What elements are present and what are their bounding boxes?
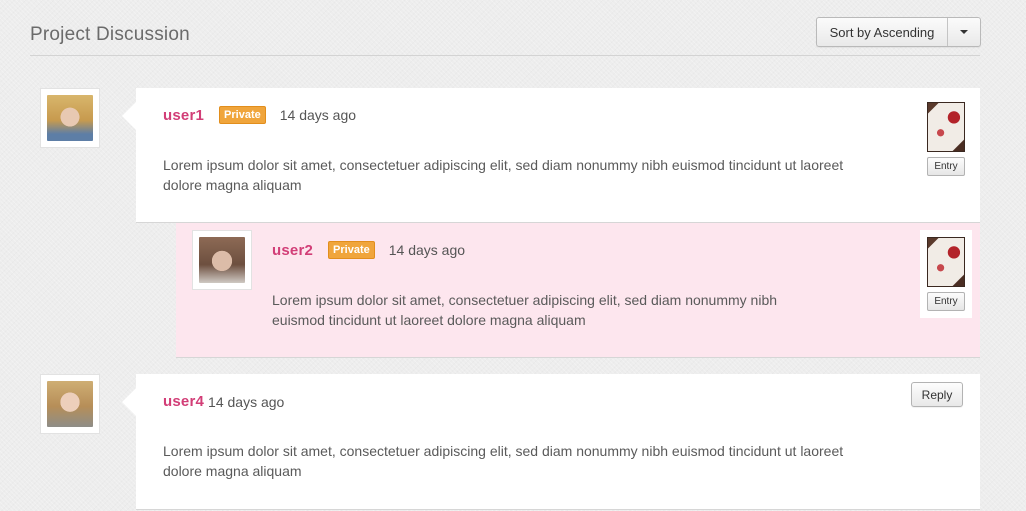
page-title: Project Discussion <box>30 24 190 45</box>
comment-body: Lorem ipsum dolor sit amet, consectetuer… <box>163 443 844 479</box>
comment-meta: user4 14 days ago <box>163 393 284 410</box>
avatar-user1[interactable] <box>40 88 100 148</box>
username[interactable]: user2 <box>272 242 313 259</box>
sort-toggle-button[interactable] <box>948 18 980 46</box>
comment-meta: user2 Private 14 days ago <box>272 241 465 259</box>
attachment[interactable]: Entry <box>920 95 972 183</box>
comment-body-line: euismod tincidunt ut laoreet dolore magn… <box>272 312 586 328</box>
attachment[interactable]: Entry <box>920 230 972 318</box>
username[interactable]: user4 <box>163 393 204 410</box>
attachment-thumbnail[interactable] <box>927 237 965 287</box>
comment-body-line: Lorem ipsum dolor sit amet, consectetuer… <box>272 292 778 308</box>
entry-button[interactable]: Entry <box>927 292 965 311</box>
header-divider <box>30 55 980 56</box>
private-badge: Private <box>328 241 375 259</box>
avatar-user4[interactable] <box>40 374 100 434</box>
comment-card-user4: user4 14 days ago Lorem ipsum dolor sit … <box>122 374 980 510</box>
avatar-image <box>199 237 245 283</box>
sort-button[interactable]: Sort by Ascending <box>817 18 948 46</box>
avatar-image <box>47 95 93 141</box>
sort-dropdown[interactable]: Sort by Ascending <box>816 17 981 47</box>
attachment-thumbnail[interactable] <box>927 102 965 152</box>
private-badge: Private <box>219 106 266 124</box>
comment-body: Lorem ipsum dolor sit amet, consectetuer… <box>272 290 892 330</box>
speech-arrow <box>122 388 136 416</box>
speech-arrow <box>122 102 136 130</box>
entry-button[interactable]: Entry <box>927 157 965 176</box>
timestamp: 14 days ago <box>208 393 285 410</box>
avatar-user2[interactable] <box>192 230 252 290</box>
comment-body: Lorem ipsum dolor sit amet, consectetuer… <box>163 157 844 193</box>
timestamp: 14 days ago <box>279 107 357 123</box>
reply-button[interactable]: Reply <box>911 382 963 407</box>
caret-down-icon <box>960 30 968 34</box>
comment-card-user2: user2 Private 14 days ago Lorem ipsum do… <box>176 223 980 358</box>
comment-meta: user1 Private 14 days ago <box>163 106 356 124</box>
timestamp: 14 days ago <box>388 242 466 258</box>
avatar-image <box>47 381 93 427</box>
comment-card-user1: user1 Private 14 days ago Lorem ipsum do… <box>122 88 980 223</box>
username[interactable]: user1 <box>163 107 204 124</box>
